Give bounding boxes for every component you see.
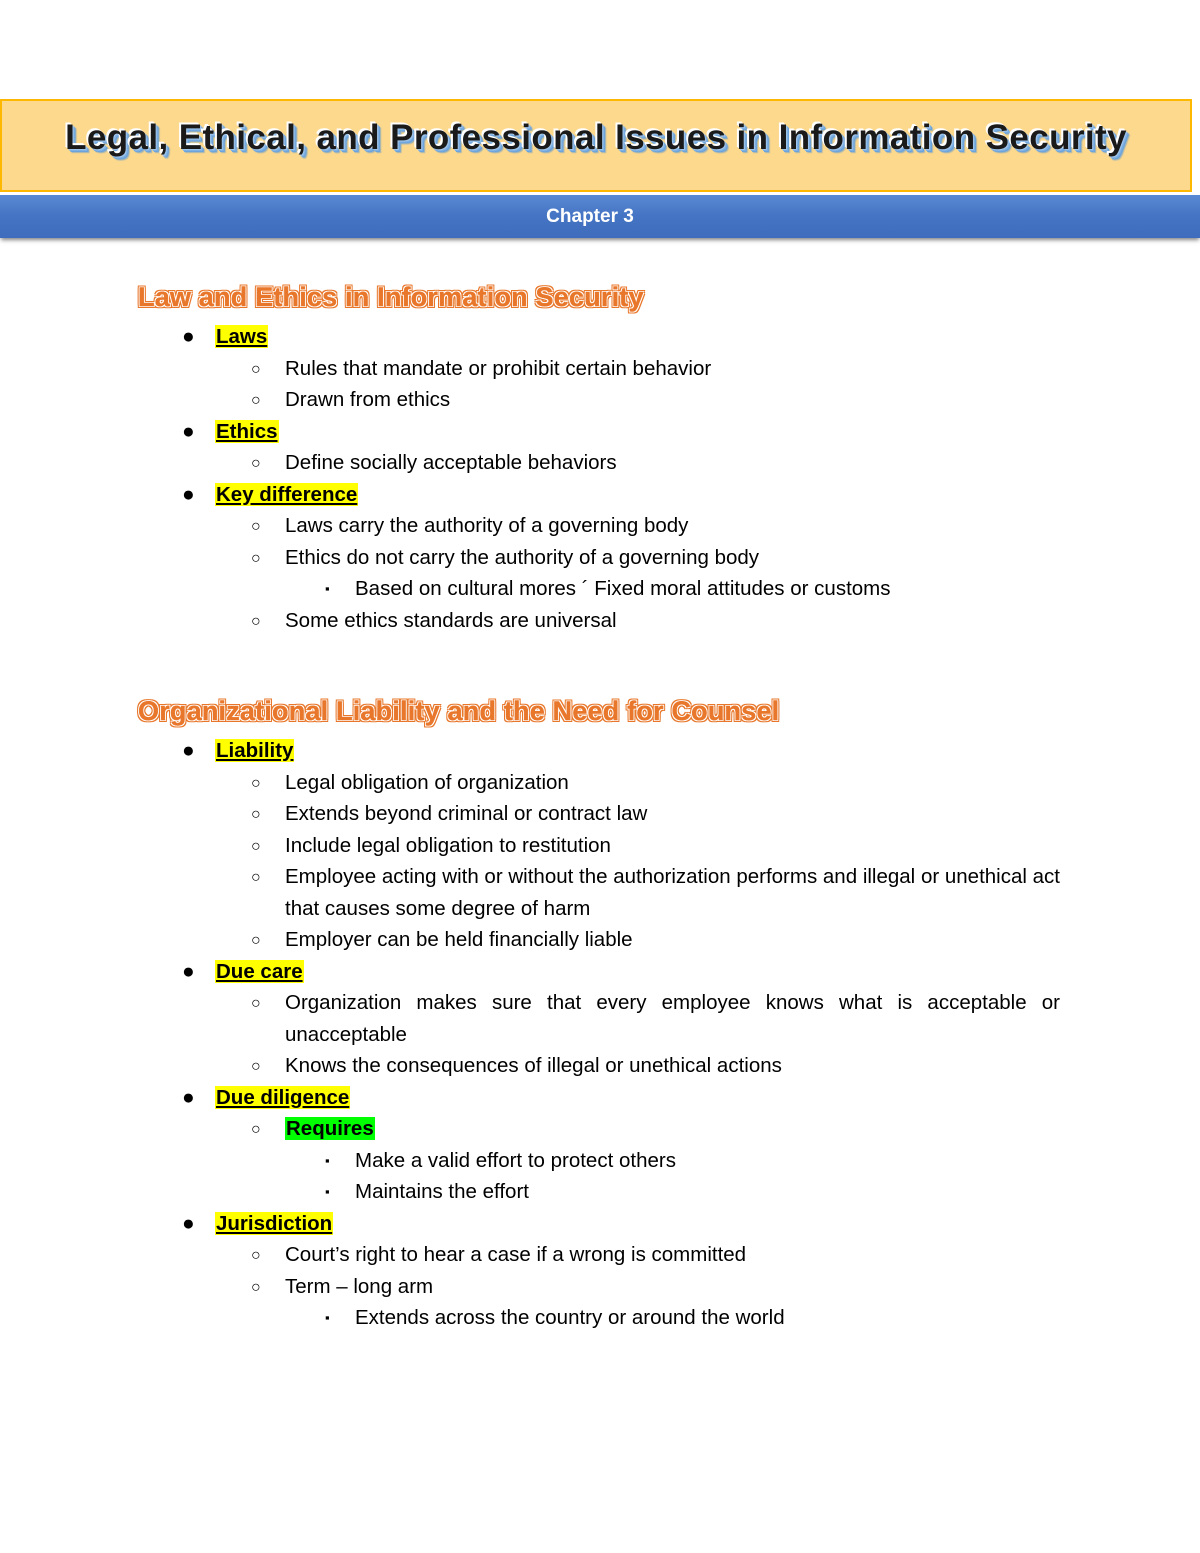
outline-row-level3: ▪ Maintains the effort [0, 1176, 1200, 1208]
outline-label-highlighted: Liability [215, 739, 295, 762]
chapter-bar: Chapter 3 [0, 195, 1200, 238]
outline-item-level1: ● Liability ○ Legal obligation of organizat… [0, 735, 1200, 956]
outline-text-level3: Make a valid effort to protect others [355, 1148, 676, 1172]
outline-text-level2: Organization makes sure that every emplo… [285, 991, 1060, 1046]
outline-row-level2: ○ Term – long arm [0, 1271, 1200, 1303]
bullet-disc-icon: ● [182, 1085, 195, 1109]
outline-label-highlighted: Laws [215, 325, 269, 348]
outline-list: ● Liability ○ Legal obligation of organizat… [0, 735, 1200, 1334]
outline-text-level2: Extends beyond criminal or contract law [285, 802, 648, 825]
outline-item-level1: ● Key difference ○ Laws carry the authority… [0, 479, 1200, 637]
outline-row-level2: ○ Include legal obligation to restitution [0, 830, 1200, 862]
bullet-square-icon: ▪ [325, 1310, 330, 1325]
section: Law and Ethics in Information Security ● L… [0, 282, 1200, 636]
section-heading: Organizational Liability and the Need fo… [138, 696, 780, 726]
outline-row-level1: ● Due care [0, 956, 1200, 988]
bullet-square-icon: ▪ [325, 1152, 330, 1168]
bullet-disc-icon: ● [182, 325, 195, 348]
bullet-circle-icon: ○ [251, 518, 261, 535]
outline-row-level2: ○ Drawn from ethics [0, 384, 1200, 416]
bullet-circle-icon: ○ [251, 1121, 261, 1138]
outline-row-level3: ▪ Make a valid effort to protect others [0, 1145, 1200, 1177]
outline-row-level2: ○ Requires [0, 1113, 1200, 1145]
outline-label-highlighted: Jurisdiction [215, 1211, 334, 1235]
bullet-circle-icon: ○ [251, 1247, 261, 1264]
bullet-circle-icon: ○ [251, 392, 261, 409]
outline-row-level2: ○ Rules that mandate or prohibit certain … [0, 353, 1200, 385]
bullet-disc-icon: ● [182, 419, 195, 443]
outline-row-level3: ▪ Extends across the country or around th… [0, 1302, 1200, 1334]
outline-text-level2: Requires [285, 1117, 375, 1140]
outline-text-level2: Some ethics standards are universal [285, 608, 617, 632]
outline-row-level1: ● Laws [0, 321, 1200, 353]
outline-row-level2: ○ Define socially acceptable behaviors [0, 447, 1200, 479]
page-title: Legal, Ethical, and Professional Issues … [65, 118, 1127, 157]
outline-row-level3: ▪ Based on cultural mores ´ Fixed moral a… [0, 573, 1200, 605]
outline-row-level2: ○ Organization makes sure that every empl… [0, 987, 1200, 1050]
outline-item-level1: ● Laws ○ Rules that mandate or prohibit cer… [0, 321, 1200, 416]
outline-row-level1: ● Jurisdiction [0, 1208, 1200, 1240]
outline-text-level2: Ethics do not carry the authority of a g… [285, 545, 760, 569]
bullet-disc-icon: ● [182, 959, 195, 983]
outline-row-level2: ○ Employer can be held financially liable [0, 924, 1200, 956]
outline-text-level2: Employer can be held financially liable [285, 928, 633, 951]
outline-text-level2: Rules that mandate or prohibit certain b… [285, 356, 712, 380]
outline-label-highlighted: Due diligence [215, 1085, 351, 1109]
outline-text-level2: Drawn from ethics [285, 388, 451, 411]
outline-row-level2: ○ Ethics do not carry the authority of a … [0, 542, 1200, 574]
outline-text-level2: Employee acting with or without the auth… [285, 865, 1060, 920]
outline-text-level2: Define socially acceptable behaviors [285, 451, 617, 474]
bullet-circle-icon: ○ [251, 869, 261, 886]
outline-label-highlighted: Ethics [215, 419, 279, 443]
bullet-circle-icon: ○ [251, 932, 261, 949]
bullet-square-icon: ▪ [325, 1184, 330, 1199]
bullet-circle-icon: ○ [251, 995, 261, 1012]
outline-row-level2: ○ Legal obligation of organization [0, 767, 1200, 799]
outline-row-level1: ● Liability [0, 735, 1200, 767]
outline-list: ● Laws ○ Rules that mandate or prohibit cer… [0, 321, 1200, 636]
outline-item-level1: ● Jurisdiction ○ Court’s right to hear a ca… [0, 1208, 1200, 1334]
outline-text-level2: Term – long arm [285, 1274, 434, 1298]
bullet-circle-icon: ○ [251, 455, 261, 472]
outline-text-level2: Knows the consequences of illegal or une… [285, 1054, 782, 1077]
outline-text-level3: Maintains the effort [355, 1180, 529, 1203]
outline-row-level2: ○ Extends beyond criminal or contract law [0, 798, 1200, 830]
bullet-square-icon: ▪ [325, 581, 330, 596]
outline-item-level1: ● Due care ○ Organization makes sure that e… [0, 956, 1200, 1082]
outline-item-level1: ● Ethics ○ Define socially acceptable behav… [0, 416, 1200, 479]
outline-row-level1: ● Due diligence [0, 1082, 1200, 1114]
bullet-circle-icon: ○ [251, 360, 261, 378]
outline-row-level1: ● Ethics [0, 416, 1200, 448]
document-body: Law and Ethics in Information Security ● L… [0, 282, 1200, 1338]
bullet-circle-icon: ○ [251, 774, 261, 792]
outline-label-highlighted: Key difference [215, 482, 359, 506]
bullet-circle-icon: ○ [251, 1278, 261, 1296]
bullet-disc-icon: ● [182, 1211, 195, 1235]
bullet-circle-icon: ○ [251, 549, 261, 567]
section-heading: Law and Ethics in Information Security [138, 282, 644, 312]
outline-text-level2: Laws carry the authority of a governing … [285, 514, 689, 537]
section: Organizational Liability and the Need fo… [0, 696, 1200, 1334]
outline-text-level2: Court’s right to hear a case if a wrong … [285, 1243, 747, 1266]
outline-item-level1: ● Due diligence ○ Requires ▪ Make a valid eff… [0, 1082, 1200, 1208]
outline-text-level2: Legal obligation of organization [285, 770, 569, 794]
title-banner: Legal, Ethical, and Professional Issues … [0, 99, 1192, 192]
outline-row-level1: ● Key difference [0, 479, 1200, 511]
outline-row-level2: ○ Court’s right to hear a case if a wrong… [0, 1239, 1200, 1271]
outline-text-level3: Extends across the country or around the… [355, 1306, 785, 1329]
outline-text-level3: Based on cultural mores ´ Fixed moral at… [355, 577, 891, 600]
bullet-circle-icon: ○ [251, 837, 261, 855]
outline-row-level2: ○ Knows the consequences of illegal or un… [0, 1050, 1200, 1082]
outline-row-level2: ○ Some ethics standards are universal [0, 605, 1200, 637]
bullet-circle-icon: ○ [251, 806, 261, 823]
outline-row-level2: ○ Employee acting with or without the aut… [0, 861, 1200, 924]
bullet-disc-icon: ● [182, 482, 195, 506]
bullet-circle-icon: ○ [251, 612, 261, 630]
bullet-disc-icon: ● [182, 739, 195, 762]
chapter-label: Chapter 3 [546, 206, 634, 227]
bullet-circle-icon: ○ [251, 1058, 261, 1075]
outline-label-highlighted: Due care [215, 959, 304, 983]
outline-text-level2: Include legal obligation to restitution [285, 833, 611, 857]
outline-row-level2: ○ Laws carry the authority of a governing… [0, 510, 1200, 542]
